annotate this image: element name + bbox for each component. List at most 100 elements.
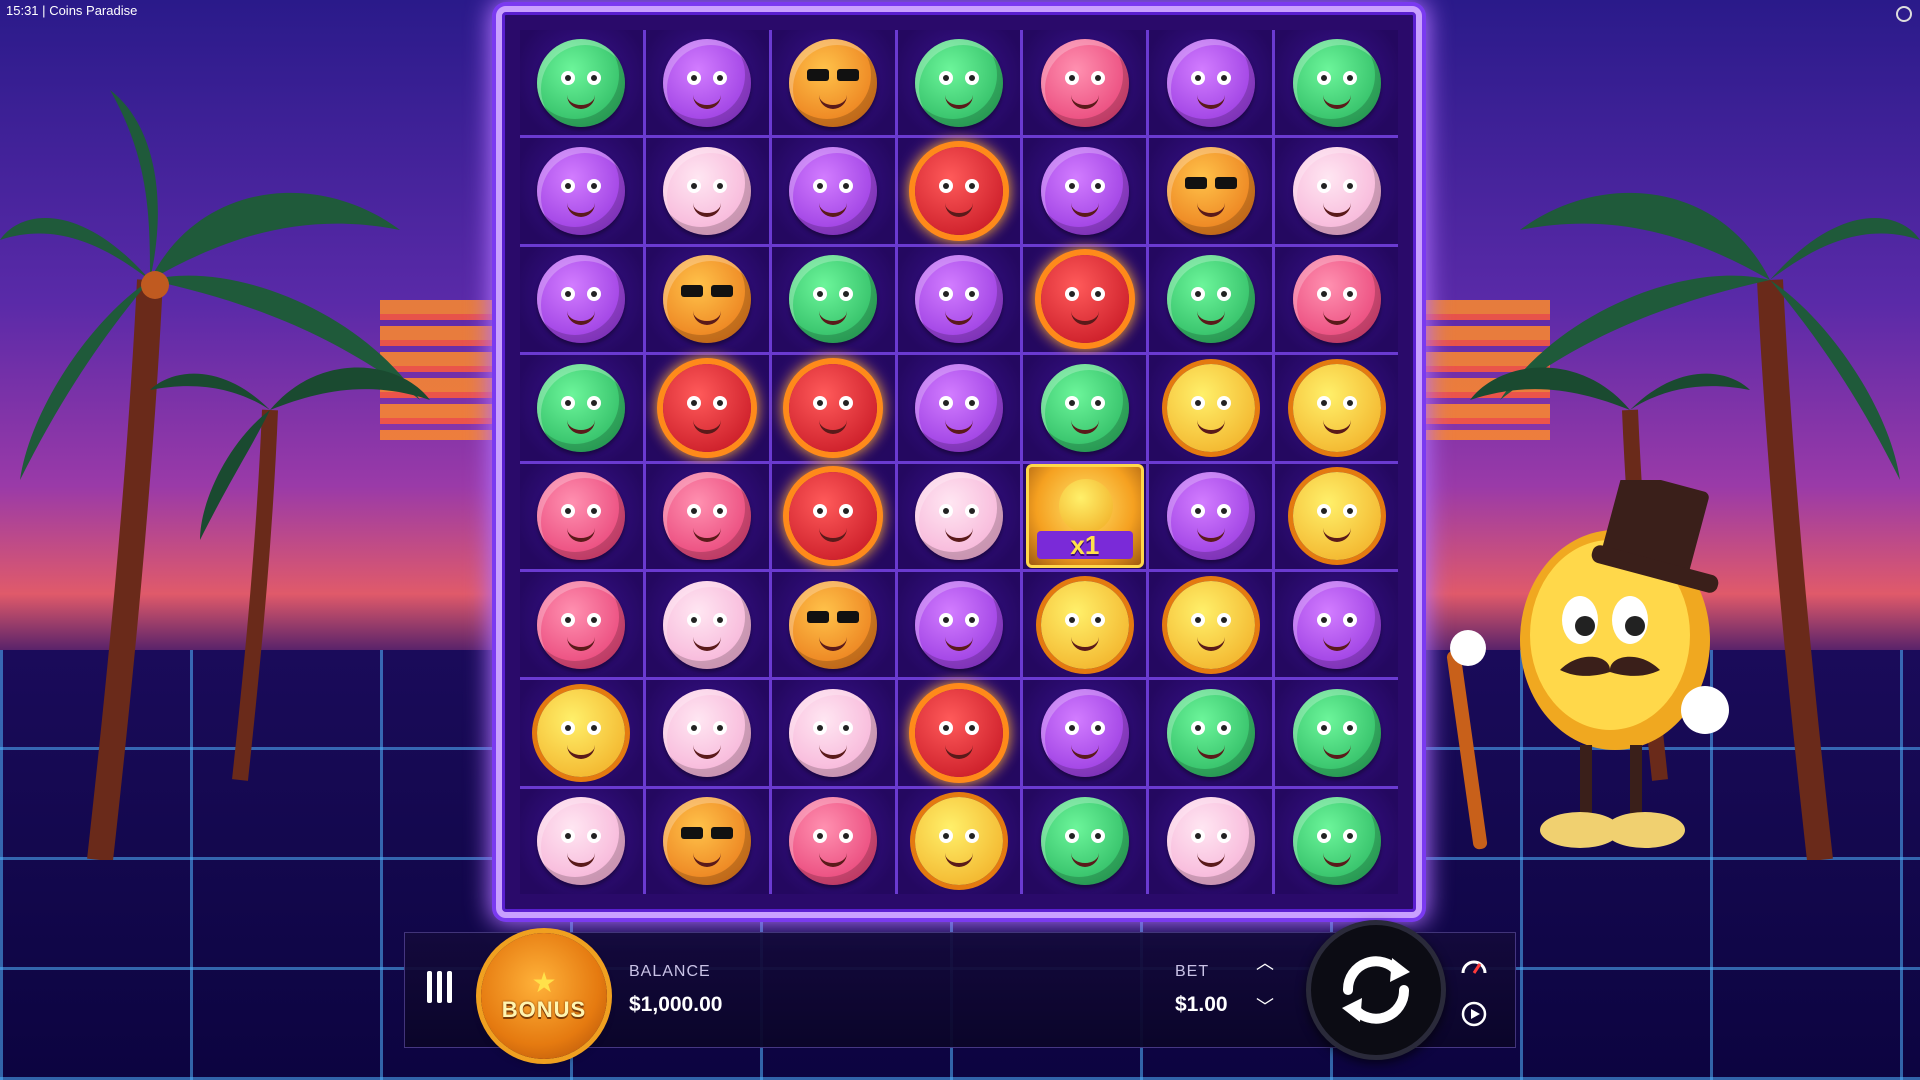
grid-cell [645,571,769,678]
purple-coin-symbol [1040,688,1129,777]
grid-cell [771,680,895,786]
multiplier-label: x1 [1036,531,1133,560]
autoplay-icon[interactable] [1459,999,1489,1029]
orange-coin-symbol [663,797,752,886]
grid-cell [1023,138,1147,244]
lightpink-coin-symbol [663,580,752,669]
bonus-buy-button[interactable]: ★ BONUS [481,933,607,1059]
spin-icon [1342,956,1410,1024]
lightpink-coin-symbol [1166,797,1255,886]
yellow-coin-symbol [537,688,626,777]
red-coin-symbol [1040,255,1129,344]
grid-cell [897,138,1021,244]
grid-cell [1275,138,1398,244]
grid-cell [520,355,643,461]
grid-cell [645,788,769,894]
purple-coin-symbol [663,38,752,127]
green-coin-symbol [1292,797,1381,886]
grid-cell [1149,246,1273,353]
settings-icon[interactable] [1896,6,1912,22]
red-coin-symbol [789,363,878,452]
purple-coin-symbol [914,580,1003,669]
multiplier-symbol: x1 [1025,464,1144,569]
bonus-button-label: BONUS [501,997,587,1022]
menu-icon[interactable] [427,971,453,1003]
grid-cell [771,788,895,894]
window-title-bar: 15:31 | Coins Paradise [6,3,137,18]
clock-time: 15:31 [6,3,39,18]
grid-cell [897,355,1021,461]
purple-coin-symbol [537,255,626,344]
chevron-down-icon[interactable]: ﹀ [1251,993,1279,1021]
purple-coin-symbol [789,147,878,236]
yellow-coin-symbol [1292,363,1381,452]
bet-value: $1.00 [1175,993,1228,1016]
orange-coin-symbol [1166,147,1255,236]
grid-cell [1149,138,1273,244]
lightpink-coin-symbol [914,472,1003,561]
grid-cell [897,463,1021,569]
grid-cell [771,246,895,353]
orange-coin-symbol [789,580,878,669]
green-coin-symbol [914,38,1003,127]
grid-cell [1023,680,1147,786]
lightpink-coin-symbol [789,688,878,777]
pink-coin-symbol [663,472,752,561]
purple-coin-symbol [1166,472,1255,561]
lightpink-coin-symbol [663,147,752,236]
grid-cell [520,463,643,569]
yellow-coin-symbol [914,797,1003,886]
grid-cell [1275,30,1398,136]
speedometer-icon[interactable] [1459,951,1489,981]
grid-cell [1023,355,1147,461]
green-coin-symbol [1166,255,1255,344]
green-coin-symbol [789,255,878,344]
balance-value: $1,000.00 [629,993,723,1016]
grid-cell [645,680,769,786]
grid-cell [897,788,1021,894]
pink-coin-symbol [1040,38,1129,127]
yellow-coin-symbol [1292,472,1381,561]
grid-cell [520,138,643,244]
grid-cell [897,246,1021,353]
symbol-grid: x1 [520,30,1398,894]
grid-cell [771,463,895,569]
star-icon: ★ [531,967,557,998]
grid-cell [1275,680,1398,786]
lightpink-coin-symbol [537,797,626,886]
red-coin-symbol [663,363,752,452]
pink-coin-symbol [537,580,626,669]
grid-cell [645,463,769,569]
grid-cell [520,788,643,894]
purple-coin-symbol [914,363,1003,452]
yellow-coin-symbol [1166,580,1255,669]
grid-cell [645,138,769,244]
red-coin-symbol [914,688,1003,777]
grid-cell [1149,463,1273,569]
grid-cell [1149,355,1273,461]
pink-coin-symbol [789,797,878,886]
purple-coin-symbol [914,255,1003,344]
lightpink-coin-symbol [1292,147,1381,236]
title-separator: | [42,3,46,18]
mascot-face-icon [1058,479,1113,534]
pink-coin-symbol [537,472,626,561]
grid-cell: x1 [1023,463,1147,569]
purple-coin-symbol [1040,147,1129,236]
grid-cell [520,680,643,786]
reel-board: x1 [496,6,1422,918]
bet-label: BET [1175,963,1210,980]
orange-coin-symbol [789,38,878,127]
grid-cell [1149,680,1273,786]
chevron-up-icon[interactable]: ︿ [1251,949,1279,977]
grid-cell [1275,355,1398,461]
grid-cell [1149,30,1273,136]
grid-cell [1023,30,1147,136]
balance-label: BALANCE [629,963,711,980]
green-coin-symbol [537,38,626,127]
spin-button[interactable] [1306,920,1446,1060]
yellow-coin-symbol [1166,363,1255,452]
green-coin-symbol [1040,797,1129,886]
green-coin-symbol [537,363,626,452]
grid-cell [520,571,643,678]
